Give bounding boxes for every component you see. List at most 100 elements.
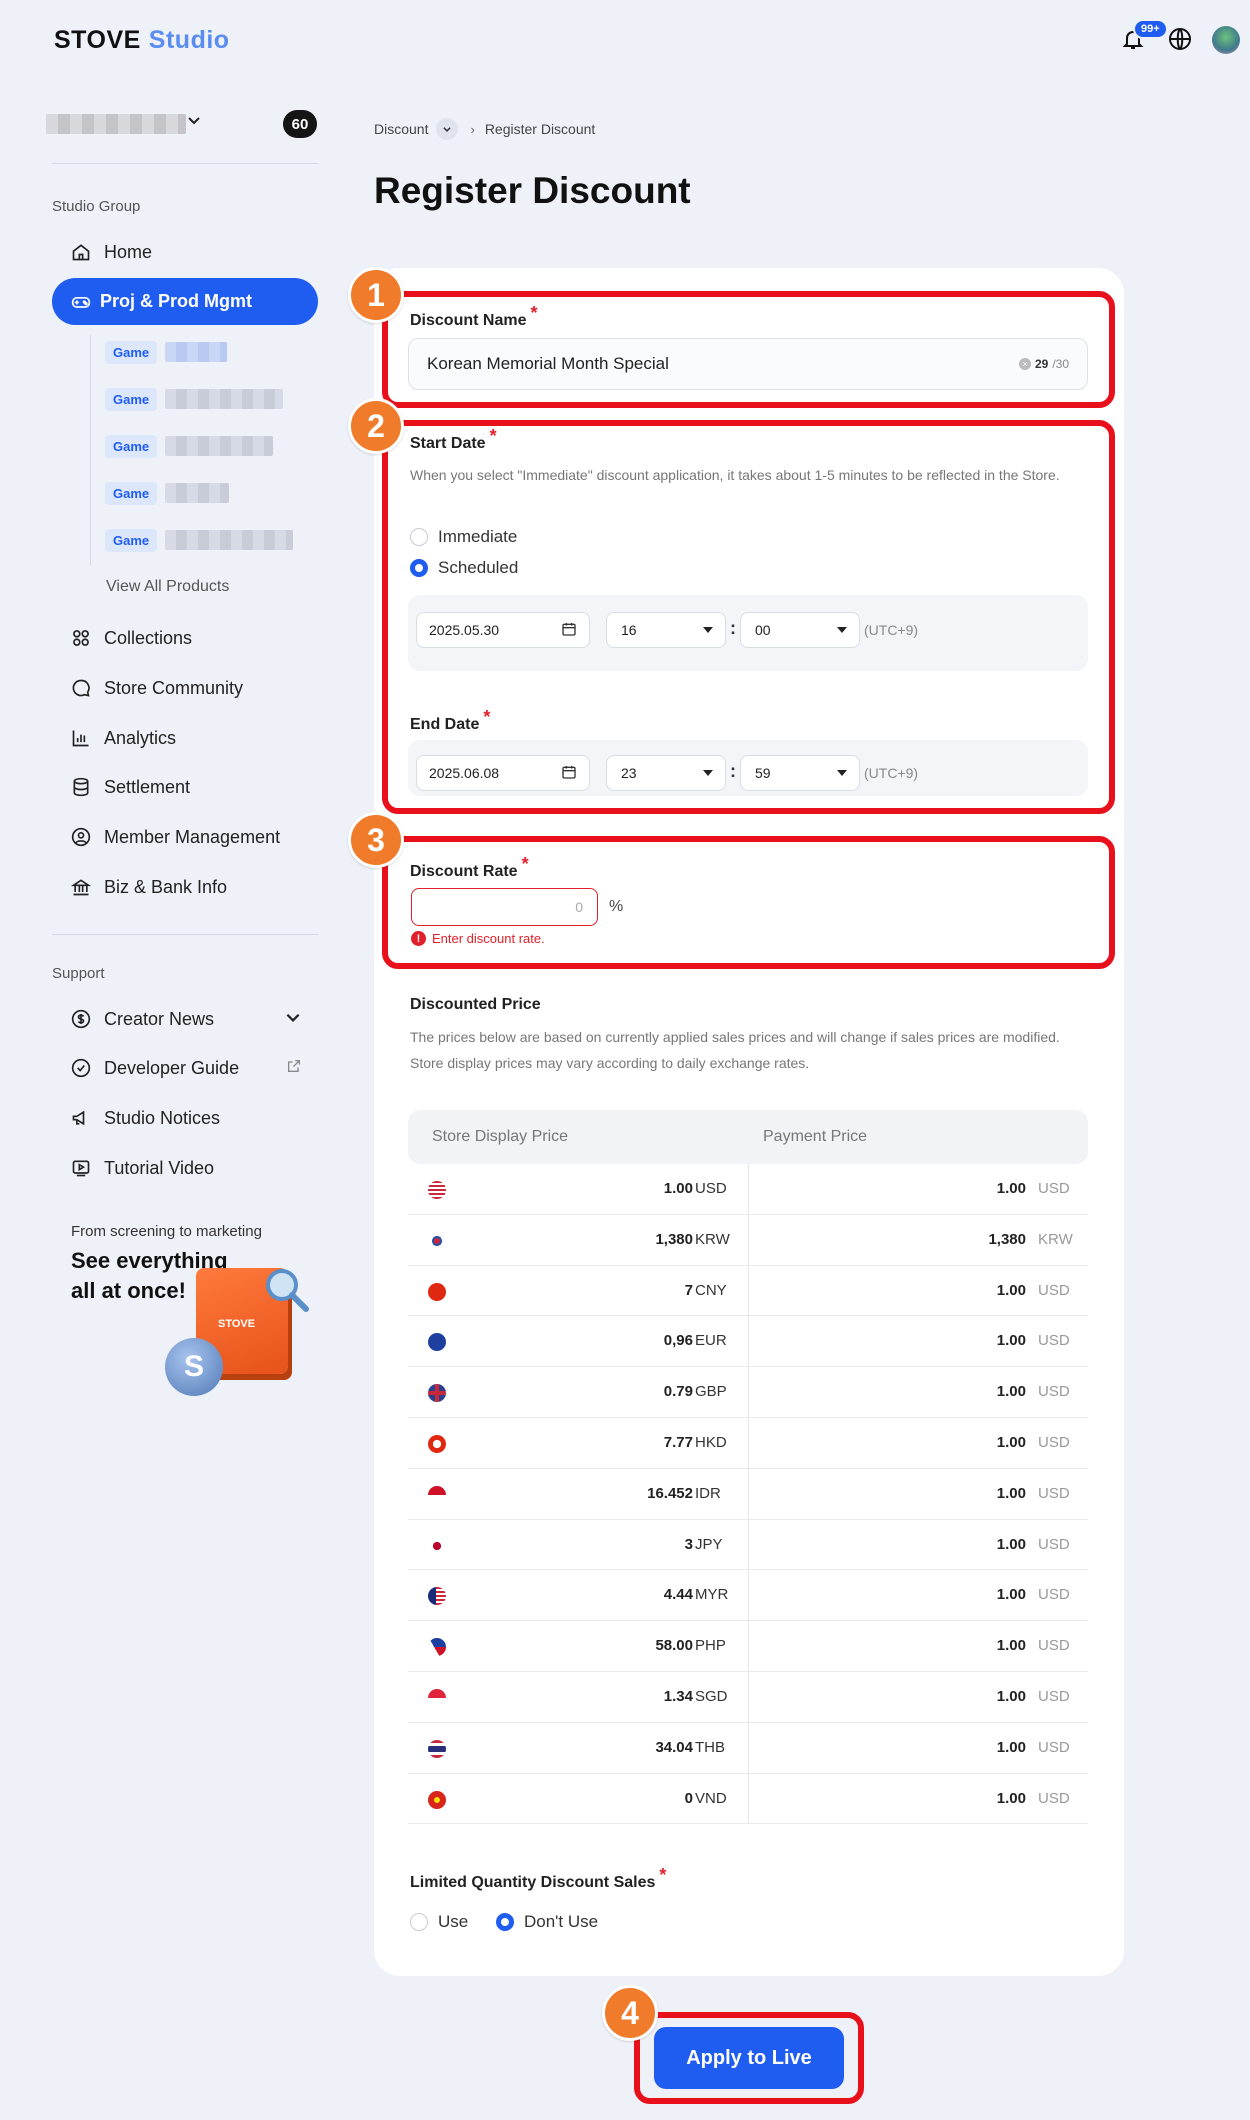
sidebar-item-proj-prod-mgmt[interactable]: Proj & Prod Mgmt	[52, 278, 318, 325]
user-circle-icon	[70, 826, 92, 848]
payment-price-currency: USD	[1038, 1535, 1070, 1553]
highlight-box-2	[382, 420, 1115, 814]
vn-flag-icon	[428, 1790, 446, 1809]
highlight-box-1	[382, 291, 1115, 408]
chevron-down-icon[interactable]	[186, 112, 202, 131]
payment-price-value: 1.00	[996, 1281, 1026, 1299]
chevron-down-icon	[284, 1008, 302, 1031]
radio-dont-use[interactable]: Don't Use	[496, 1912, 598, 1932]
table-row: 3 JPY 1.00 USD	[408, 1519, 1088, 1571]
sidebar-item-creator-news[interactable]: Creator News	[70, 1004, 302, 1034]
user-avatar[interactable]	[1212, 26, 1240, 54]
sidebar-item-tutorial-video[interactable]: Tutorial Video	[70, 1153, 214, 1183]
table-row: 0,96 EUR 1.00 USD	[408, 1316, 1088, 1368]
store-price-value: 0	[684, 1789, 693, 1807]
store-price-currency: THB	[695, 1738, 725, 1756]
required-mark: *	[659, 1865, 667, 1885]
payment-price-currency: KRW	[1038, 1230, 1073, 1248]
tree-line	[90, 335, 91, 565]
store-price-value: 3	[684, 1535, 693, 1553]
payment-price-value: 1.00	[996, 1789, 1026, 1807]
sidebar-item-developer-guide[interactable]: Developer Guide	[70, 1053, 302, 1083]
payment-price-currency: USD	[1038, 1180, 1070, 1197]
globe-icon[interactable]	[1165, 24, 1195, 54]
store-price-currency: HKD	[695, 1434, 727, 1451]
jp-flag-icon	[428, 1536, 446, 1555]
product-item[interactable]: Game	[105, 384, 284, 414]
payment-price-currency: USD	[1038, 1789, 1070, 1807]
col-store-display-price: Store Display Price	[432, 1128, 569, 1145]
product-item[interactable]: Game	[105, 431, 274, 461]
table-row: 16.452 IDR 1.00 USD	[408, 1468, 1088, 1520]
table-row: 0.79 GBP 1.00 USD	[408, 1367, 1088, 1418]
hk-flag-icon	[428, 1435, 446, 1453]
table-row: 0 VND 1.00 USD	[408, 1773, 1088, 1825]
store-price-currency: MYR	[695, 1586, 729, 1604]
breadcrumb-discount-link[interactable]: Discount	[374, 121, 428, 137]
callout-3: 3	[348, 812, 404, 868]
discounted-price-help: The prices below are based on currently …	[410, 1029, 1060, 1071]
my-flag-icon	[428, 1587, 446, 1606]
store-price-currency: SGD	[695, 1688, 728, 1705]
store-price-value: 1.00	[663, 1180, 693, 1197]
callout-4: 4	[602, 1985, 658, 2041]
sidebar-item-settlement[interactable]: Settlement	[70, 772, 190, 802]
sidebar-item-biz-bank-info[interactable]: Biz & Bank Info	[70, 872, 227, 902]
coin-icon: S	[165, 1338, 223, 1396]
store-price-currency: IDR	[695, 1484, 721, 1502]
ph-flag-icon	[428, 1638, 446, 1657]
payment-price-currency: USD	[1038, 1484, 1070, 1502]
store-price-currency: GBP	[695, 1383, 727, 1401]
sidebar-divider	[52, 934, 318, 935]
store-price-value: 4.44	[663, 1586, 693, 1604]
callout-1: 1	[348, 267, 404, 323]
table-row: 1,380 KRW 1,380 KRW	[408, 1214, 1088, 1266]
product-item[interactable]: Game	[105, 478, 230, 508]
studio-selector[interactable]	[46, 114, 186, 134]
studio-count-badge: 60	[283, 110, 317, 138]
chevron-right-icon: ›	[470, 121, 475, 137]
sidebar-item-home[interactable]: Home	[70, 237, 152, 267]
promo-subtitle: From screening to marketing	[71, 1223, 262, 1240]
us-flag-icon	[428, 1181, 446, 1199]
payment-price-currency: USD	[1038, 1281, 1070, 1299]
sidebar-item-store-community[interactable]: Store Community	[70, 673, 243, 703]
payment-price-value: 1.00	[996, 1180, 1026, 1197]
megaphone-icon	[70, 1107, 92, 1129]
product-item[interactable]: Game	[105, 337, 228, 367]
page-title: Register Discount	[374, 170, 691, 211]
table-row: 1.34 SGD 1.00 USD	[408, 1672, 1088, 1723]
store-price-value: 0,96	[663, 1332, 693, 1350]
view-all-products-link[interactable]: View All Products	[106, 578, 229, 596]
payment-price-value: 1,380	[988, 1230, 1026, 1248]
store-price-currency: USD	[695, 1180, 727, 1197]
payment-price-value: 1.00	[996, 1535, 1026, 1553]
table-row: 58.00 PHP 1.00 USD	[408, 1621, 1088, 1672]
store-price-value: 0.79	[663, 1383, 693, 1401]
chat-icon	[70, 677, 92, 699]
store-price-currency: PHP	[695, 1637, 726, 1655]
payment-price-value: 1.00	[996, 1688, 1026, 1705]
collections-icon	[70, 627, 92, 649]
breadcrumb-current: Register Discount	[484, 121, 596, 137]
sidebar-item-collections[interactable]: Collections	[70, 623, 192, 653]
product-item[interactable]: Game	[105, 525, 294, 555]
store-price-value: 34.04	[655, 1738, 693, 1756]
highlight-box-3	[382, 836, 1115, 969]
video-icon	[70, 1157, 92, 1179]
kr-flag-icon	[428, 1231, 446, 1250]
sidebar-item-studio-notices[interactable]: Studio Notices	[70, 1103, 220, 1133]
price-table-header: Store Display Price Payment Price	[408, 1110, 1088, 1164]
gamepad-icon	[70, 291, 92, 313]
sidebar-divider	[52, 163, 318, 164]
sidebar-item-analytics[interactable]: Analytics	[70, 723, 176, 753]
store-price-value: 1,380	[655, 1230, 693, 1248]
sidebar-item-member-management[interactable]: Member Management	[70, 822, 280, 852]
stove-studio-logo[interactable]: STOVE Studio	[54, 26, 230, 55]
studio-group-label: Studio Group	[52, 198, 141, 215]
chevron-down-icon[interactable]	[436, 118, 459, 140]
radio-use[interactable]: Use	[410, 1912, 468, 1932]
eu-flag-icon	[428, 1333, 446, 1352]
table-row: 7 CNY 1.00 USD	[408, 1265, 1088, 1317]
dollar-circle-icon	[70, 1008, 92, 1030]
